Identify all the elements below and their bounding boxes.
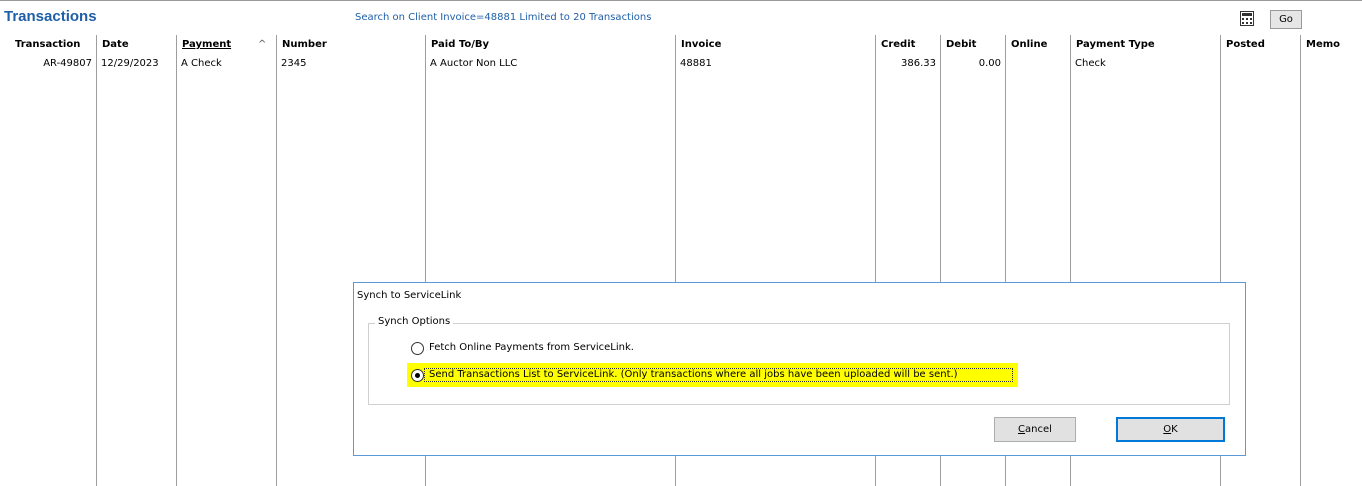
cell-transaction: AR-49807	[43, 58, 92, 69]
column-divider	[96, 35, 97, 486]
page-title: Transactions	[4, 8, 97, 25]
ok-label: K	[1171, 424, 1178, 435]
column-divider	[276, 35, 277, 486]
radio-selected-dot	[415, 373, 420, 378]
group-label: Synch Options	[375, 316, 454, 327]
fetch-payments-radio[interactable]	[411, 342, 424, 355]
ok-button[interactable]: OK	[1116, 417, 1225, 442]
column-header-online[interactable]: Online	[1006, 35, 1047, 55]
cancel-label: ancel	[1025, 424, 1052, 435]
send-transactions-label[interactable]: Send Transactions List to ServiceLink. (…	[429, 369, 958, 380]
column-header-number[interactable]: Number	[277, 35, 327, 55]
fetch-payments-label[interactable]: Fetch Online Payments from ServiceLink.	[429, 342, 634, 353]
cell-date: 12/29/2023	[101, 58, 159, 69]
column-header-invoice[interactable]: Invoice	[676, 35, 721, 55]
cancel-button[interactable]: Cancel	[994, 417, 1076, 442]
column-header-posted[interactable]: Posted	[1221, 35, 1265, 55]
cell-payment: A Check	[181, 58, 222, 69]
search-criteria-text: Search on Client Invoice=48881 Limited t…	[355, 12, 652, 23]
column-header-credit[interactable]: Credit	[876, 35, 915, 55]
column-divider	[176, 35, 177, 486]
cell-online	[1005, 56, 1070, 72]
column-header-payment-type[interactable]: Payment Type	[1071, 35, 1155, 55]
sort-ascending-icon: ^	[258, 39, 267, 50]
cell-credit: 386.33	[901, 58, 936, 69]
calculator-icon[interactable]	[1240, 11, 1254, 26]
top-divider	[0, 0, 1362, 1]
go-button[interactable]: Go	[1270, 10, 1302, 29]
cell-paid-to-by: A Auctor Non LLC	[430, 58, 518, 69]
column-header-paid-to-by[interactable]: Paid To/By	[426, 35, 489, 55]
synch-options-group: Synch Options Fetch Online Payments from…	[368, 316, 1230, 405]
column-divider	[1300, 35, 1301, 486]
column-header-debit[interactable]: Debit	[941, 35, 976, 55]
cell-memo	[1300, 56, 1362, 72]
ok-mnemonic: O	[1163, 424, 1172, 435]
column-header-payment[interactable]: Payment	[177, 35, 231, 55]
column-header-transaction[interactable]: Transaction	[10, 35, 80, 55]
dialog-title: Synch to ServiceLink	[357, 290, 462, 301]
cell-debit: 0.00	[978, 58, 1001, 69]
cell-posted	[1220, 56, 1300, 72]
cell-invoice: 48881	[680, 58, 712, 69]
synch-dialog: Synch to ServiceLink Synch Options Fetch…	[353, 282, 1246, 456]
column-header-memo[interactable]: Memo	[1301, 35, 1340, 55]
cancel-mnemonic: C	[1018, 424, 1026, 435]
cell-payment-type: Check	[1075, 58, 1106, 69]
cell-number: 2345	[281, 58, 307, 69]
column-header-date[interactable]: Date	[97, 35, 129, 55]
send-transactions-radio[interactable]	[411, 369, 424, 382]
